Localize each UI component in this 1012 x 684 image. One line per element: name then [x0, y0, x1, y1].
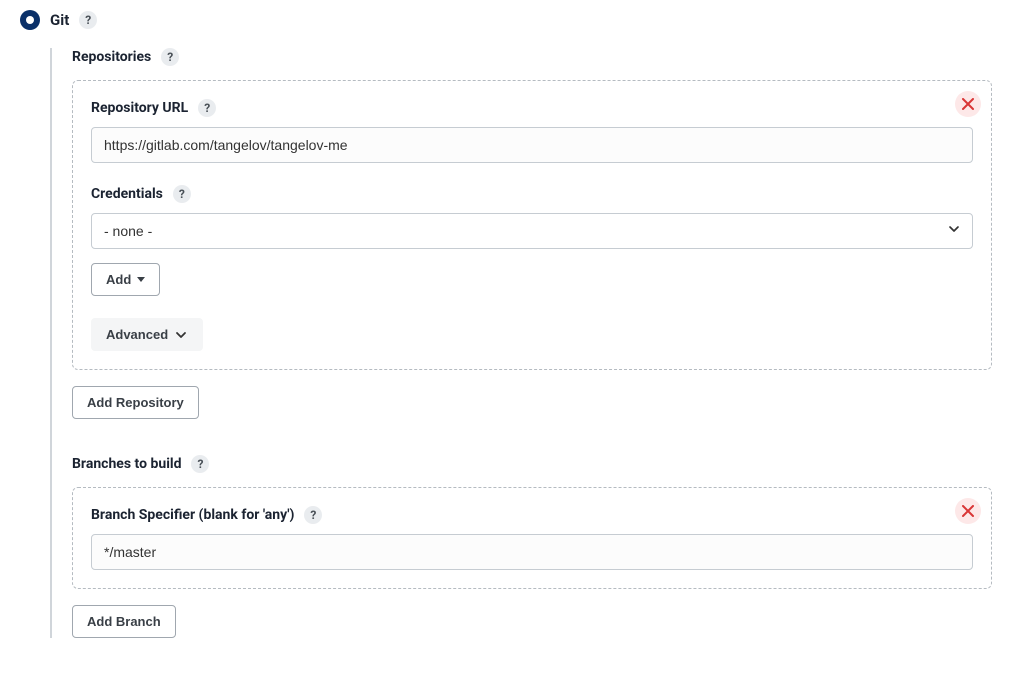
help-icon[interactable]: ? [191, 455, 209, 473]
add-credentials-label: Add [106, 272, 131, 287]
repository-block: Repository URL ? Credentials ? - none - … [72, 80, 992, 370]
credentials-select-wrap: - none - [91, 213, 973, 249]
add-branch-label: Add Branch [87, 614, 161, 629]
add-repository-button[interactable]: Add Repository [72, 386, 199, 419]
help-icon[interactable]: ? [173, 185, 191, 203]
close-icon [962, 505, 974, 517]
branches-heading-row: Branches to build ? [72, 455, 992, 473]
advanced-toggle-button[interactable]: Advanced [91, 318, 203, 351]
credentials-label: Credentials [91, 186, 163, 202]
repositories-heading-row: Repositories ? [72, 48, 992, 66]
branch-block: Branch Specifier (blank for 'any') ? [72, 487, 992, 589]
repo-url-label-row: Repository URL ? [91, 99, 973, 117]
add-credentials-button[interactable]: Add [91, 263, 160, 296]
credentials-label-row: Credentials ? [91, 185, 973, 203]
credentials-select[interactable]: - none - [91, 213, 973, 249]
chevron-down-icon [174, 328, 188, 342]
repo-url-label: Repository URL [91, 100, 188, 116]
branch-specifier-input[interactable] [91, 534, 973, 570]
repo-url-input[interactable] [91, 127, 973, 163]
help-icon[interactable]: ? [161, 48, 179, 66]
scm-git-option[interactable]: Git ? [20, 10, 992, 30]
repositories-heading: Repositories [72, 49, 151, 65]
add-branch-button[interactable]: Add Branch [72, 605, 176, 638]
add-repository-label: Add Repository [87, 395, 184, 410]
caret-down-icon [137, 277, 145, 282]
help-icon[interactable]: ? [304, 506, 322, 524]
scm-git-label: Git [50, 11, 69, 29]
git-config-section: Repositories ? Repository URL ? Credenti… [50, 48, 992, 638]
remove-repository-button[interactable] [955, 91, 981, 117]
branches-heading: Branches to build [72, 456, 181, 472]
remove-branch-button[interactable] [955, 498, 981, 524]
help-icon[interactable]: ? [198, 99, 216, 117]
close-icon [962, 98, 974, 110]
help-icon[interactable]: ? [79, 11, 97, 29]
branch-specifier-label-row: Branch Specifier (blank for 'any') ? [91, 506, 973, 524]
radio-selected-icon [20, 10, 40, 30]
branch-specifier-label: Branch Specifier (blank for 'any') [91, 507, 294, 523]
advanced-label: Advanced [106, 327, 168, 342]
